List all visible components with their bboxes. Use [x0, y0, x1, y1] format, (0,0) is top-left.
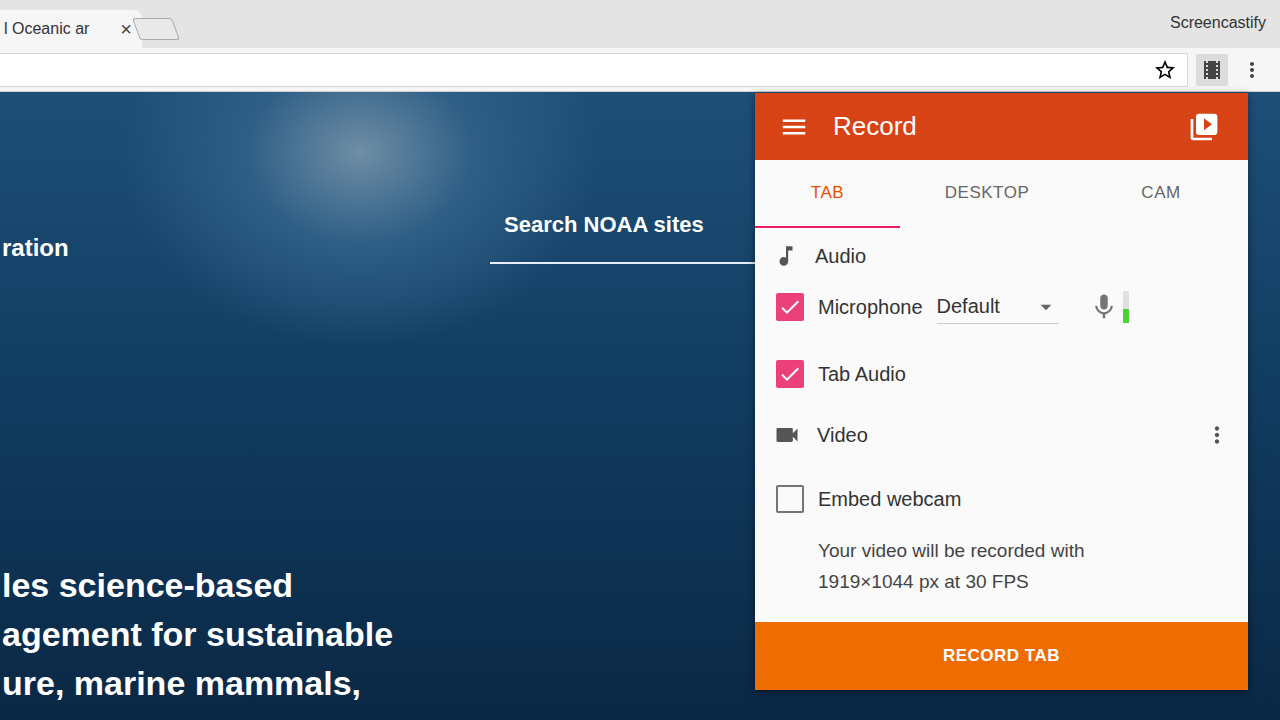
- level-fill: [1123, 309, 1129, 323]
- film-icon: [1200, 58, 1224, 82]
- toggle-option-row: Tab Audio: [773, 349, 1230, 399]
- tab-strip: l Oceanic ar× Screencastify: [0, 0, 1280, 48]
- profile-name[interactable]: Screencastify: [1170, 14, 1266, 34]
- caret-icon: [1033, 294, 1059, 320]
- level-meter: [1123, 291, 1129, 323]
- popup-header: Record: [755, 93, 1248, 160]
- search-field[interactable]: Search NOAA sites: [490, 210, 780, 264]
- check-icon: [778, 295, 802, 319]
- checkbox[interactable]: [776, 293, 804, 321]
- mode-tab[interactable]: TAB: [755, 160, 900, 228]
- microphone-icon: [1089, 292, 1119, 322]
- info-line: Your video will be recorded with: [818, 535, 1230, 566]
- mode-tabs: TABDESKTOPCAM: [755, 160, 1248, 228]
- kebab-icon: [1240, 58, 1264, 82]
- tab-close[interactable]: ×: [120, 19, 132, 39]
- device-option-row: Microphone Default: [773, 282, 1230, 332]
- video-library-icon[interactable]: [1188, 111, 1220, 143]
- address-bar[interactable]: [0, 53, 1188, 87]
- record-button[interactable]: RECORD TAB: [755, 622, 1248, 690]
- music-note-icon: [773, 243, 799, 269]
- mode-tab[interactable]: DESKTOP: [900, 160, 1074, 228]
- section-header: Video: [773, 419, 1230, 451]
- mode-tab[interactable]: CAM: [1074, 160, 1248, 228]
- checkbox[interactable]: [776, 360, 804, 388]
- option-label[interactable]: Tab Audio: [818, 363, 906, 386]
- section-label: Audio: [815, 245, 1230, 268]
- popup-title: Record: [833, 111, 1164, 142]
- browser-menu[interactable]: [1236, 54, 1268, 86]
- page-heading: ration: [0, 233, 490, 264]
- address-row: [0, 48, 1280, 92]
- section-header: Audio: [773, 240, 1230, 272]
- menu-icon[interactable]: [779, 112, 809, 142]
- record-popup: Record TABDESKTOPCAM Audio Microphone Defaul…: [755, 93, 1248, 690]
- video-camera-icon: [773, 421, 801, 449]
- option-label[interactable]: Embed webcam: [818, 488, 961, 511]
- checkbox[interactable]: [776, 485, 804, 513]
- section-label: Video: [817, 424, 1188, 447]
- device-dropdown[interactable]: Default: [937, 290, 1059, 324]
- video-info: Your video will be recorded with1919×104…: [818, 535, 1230, 597]
- check-icon: [778, 362, 802, 386]
- toggle-option-row: Embed webcam: [773, 474, 1230, 524]
- video-section: Video Embed webcam Your video will be reco…: [755, 399, 1248, 597]
- browser-tab[interactable]: l Oceanic ar×: [0, 10, 142, 48]
- extension-button[interactable]: [1196, 54, 1228, 86]
- more-icon[interactable]: [1204, 422, 1230, 448]
- star-icon[interactable]: [1153, 58, 1177, 82]
- screen: l Oceanic ar× Screencastify rationSearch N…: [0, 0, 1280, 720]
- new-tab-button[interactable]: [132, 18, 180, 40]
- option-label[interactable]: Microphone: [818, 296, 923, 319]
- audio-section: Audio Microphone Default Tab Audio: [755, 228, 1248, 399]
- info-line: 1919×1044 px at 30 FPS: [818, 566, 1230, 597]
